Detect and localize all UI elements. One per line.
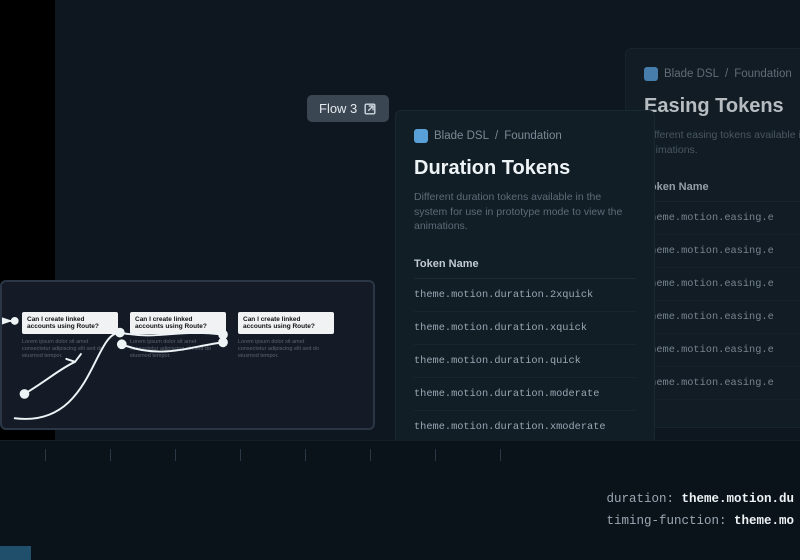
code-key: duration:: [606, 492, 674, 506]
ruler-tick: [435, 449, 436, 461]
breadcrumb-section: Foundation: [734, 68, 792, 80]
ruler-tick: [240, 449, 241, 461]
question-pill: Can I create linked accounts using Route…: [22, 312, 118, 334]
answer-blurb: Lorem ipsum dolor sit amet consectetur a…: [238, 339, 334, 360]
breadcrumb-sep: /: [495, 130, 498, 142]
brand-logo-icon: [644, 67, 658, 81]
breadcrumb: Blade DSL / Foundation: [414, 129, 636, 143]
table-header: Token Name: [644, 173, 800, 202]
table-row: theme.motion.easing.e: [644, 202, 800, 235]
breadcrumb-sep: /: [725, 68, 728, 80]
ruler-tick: [305, 449, 306, 461]
code-key: timing-function:: [606, 514, 726, 528]
code-value: theme.motion.du: [681, 492, 794, 506]
flow-column: Can I create linked accounts using Route…: [130, 312, 226, 360]
table-row: theme.motion.duration.quick: [414, 345, 636, 378]
panel-title: Duration Tokens: [414, 157, 636, 180]
table-row: theme.motion.easing.e: [644, 367, 800, 400]
brand-logo-icon: [414, 129, 428, 143]
timeline-ruler[interactable]: [0, 441, 800, 481]
answer-blurb: Lorem ipsum dolor sit amet consectetur a…: [130, 339, 226, 360]
panel-description: Different easing tokens available in the…: [644, 128, 800, 157]
flow-tag-label: Flow 3: [319, 101, 357, 116]
flow-tag[interactable]: Flow 3: [307, 95, 389, 122]
code-line: timing-function: theme.mo: [606, 511, 794, 533]
table-row: theme.motion.duration.2xquick: [414, 279, 636, 312]
table-row: theme.motion.easing.e: [644, 301, 800, 334]
open-external-icon: [363, 102, 377, 116]
table-row: theme.motion.easing.e: [644, 235, 800, 268]
table-row: theme.motion.easing.e: [644, 334, 800, 367]
ruler-tick: [175, 449, 176, 461]
flow-column: Can I create linked accounts using Route…: [238, 312, 334, 360]
flow-column: Can I create linked accounts using Route…: [22, 312, 118, 360]
flow-preview-card[interactable]: Can I create linked accounts using Route…: [0, 280, 375, 430]
table-row: theme.motion.easing.e: [644, 268, 800, 301]
timeline-strip: duration: theme.motion.du timing-functio…: [0, 440, 800, 560]
table-row: theme.motion.duration.moderate: [414, 378, 636, 411]
canvas-stage: Flow 3 Blade DSL / Foundation Easing Tok…: [55, 0, 800, 560]
code-snippet: duration: theme.motion.du timing-functio…: [606, 489, 794, 533]
table-row: theme.motion.duration.xquick: [414, 312, 636, 345]
ruler-tick: [110, 449, 111, 461]
breadcrumb-brand: Blade DSL: [664, 68, 719, 80]
question-pill: Can I create linked accounts using Route…: [238, 312, 334, 334]
panel-title: Easing Tokens: [644, 95, 800, 118]
breadcrumb-brand: Blade DSL: [434, 130, 489, 142]
question-pill: Can I create linked accounts using Route…: [130, 312, 226, 334]
ruler-tick: [370, 449, 371, 461]
ruler-tick: [500, 449, 501, 461]
panel-description: Different duration tokens available in t…: [414, 190, 636, 234]
ruler-tick: [45, 449, 46, 461]
code-value: theme.mo: [734, 514, 794, 528]
table-header: Token Name: [414, 250, 636, 279]
answer-blurb: Lorem ipsum dolor sit amet consectetur a…: [22, 339, 118, 360]
breadcrumb-section: Foundation: [504, 130, 562, 142]
duration-panel[interactable]: Blade DSL / Foundation Duration Tokens D…: [395, 110, 655, 445]
code-line: duration: theme.motion.du: [606, 489, 794, 511]
breadcrumb: Blade DSL / Foundation: [644, 67, 800, 81]
timeline-active-segment[interactable]: [0, 546, 31, 560]
